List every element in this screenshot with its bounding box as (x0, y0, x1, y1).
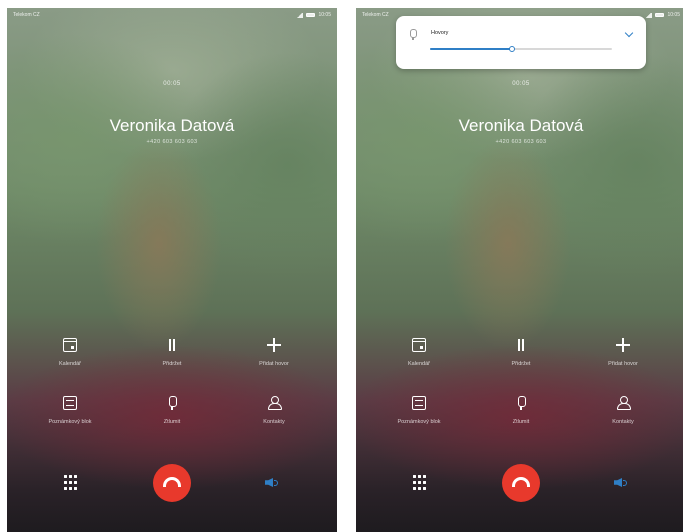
mute-label: Ztlumit (163, 419, 181, 425)
caller-name: Veronika Datová (109, 116, 235, 135)
notepad-button[interactable]: Poznámkový blok (25, 396, 115, 425)
volume-slider[interactable] (430, 46, 612, 52)
volume-slider-thumb[interactable] (508, 46, 515, 52)
calendar-icon (412, 338, 426, 352)
end-call-icon (163, 477, 181, 487)
caller-number: +420 603 603 603 (146, 139, 198, 145)
pause-icon (514, 338, 528, 352)
status-icons: 10:05 (296, 12, 331, 18)
speaker-button[interactable] (265, 476, 281, 490)
notepad-icon (412, 396, 426, 410)
volume-label: Hovory (431, 30, 449, 36)
hold-button[interactable]: Přidržet (476, 338, 566, 367)
add-call-label: Přidat hovor (259, 361, 289, 367)
hold-label: Přidržet (162, 361, 182, 367)
call-screen-left: Telekom CZ 10:05 00:05 Veronika Datová +… (7, 8, 337, 532)
volume-popup: Hovory (396, 16, 646, 69)
speaker-wave-icon (623, 480, 627, 486)
call-controls (7, 463, 337, 503)
call-duration: 00:05 (163, 81, 181, 87)
add-call-button[interactable]: Přidat hovor (229, 338, 319, 367)
signal-icon (296, 12, 304, 18)
notepad-label: Poznámkový blok (48, 419, 92, 425)
speaker-icon (265, 478, 273, 487)
contacts-label: Kontakty (612, 419, 634, 425)
hold-label: Přidržet (511, 361, 531, 367)
mute-button[interactable]: Ztlumit (127, 396, 217, 425)
calendar-label: Kalendář (58, 361, 82, 367)
contacts-icon (267, 396, 282, 410)
dialpad-button[interactable] (411, 475, 427, 491)
plus-icon (616, 338, 630, 352)
speaker-button[interactable] (614, 476, 630, 490)
status-bar: Telekom CZ 10:05 (7, 10, 337, 24)
calendar-label: Kalendář (407, 361, 431, 367)
carrier-name: Telekom CZ (13, 12, 40, 18)
end-call-button[interactable] (502, 464, 540, 502)
status-time: 10:05 (318, 12, 331, 18)
hold-button[interactable]: Přidržet (127, 338, 217, 367)
caller-number: +420 603 603 603 (495, 139, 547, 145)
dialpad-button[interactable] (62, 475, 78, 491)
calendar-button[interactable]: Kalendář (25, 338, 115, 367)
call-controls (356, 463, 683, 503)
call-screen-right: Telekom CZ 10:05 00:05 Veronika Datová +… (356, 8, 683, 532)
calendar-icon (63, 338, 77, 352)
carrier-name: Telekom CZ (362, 12, 389, 18)
end-call-button[interactable] (153, 464, 191, 502)
add-call-button[interactable]: Přidat hovor (578, 338, 668, 367)
speaker-icon (614, 478, 622, 487)
chevron-down-icon[interactable] (624, 28, 634, 38)
dialpad-icon (412, 475, 416, 478)
plus-icon (267, 338, 281, 352)
status-icons: 10:05 (645, 12, 680, 18)
mute-button[interactable]: Ztlumit (476, 396, 566, 425)
volume-slider-fill (430, 48, 512, 50)
notepad-button[interactable]: Poznámkový blok (374, 396, 464, 425)
notepad-icon (63, 396, 77, 410)
mic-icon (409, 29, 417, 40)
mic-icon (165, 396, 179, 410)
contacts-label: Kontakty (263, 419, 285, 425)
call-duration: 00:05 (512, 81, 530, 87)
notepad-label: Poznámkový blok (397, 419, 441, 425)
battery-icon (306, 13, 316, 17)
contacts-button[interactable]: Kontakty (578, 396, 668, 425)
contacts-button[interactable]: Kontakty (229, 396, 319, 425)
battery-icon (655, 13, 665, 17)
mute-label: Ztlumit (512, 419, 530, 425)
caller-name: Veronika Datová (458, 116, 584, 135)
end-call-icon (512, 477, 530, 487)
contacts-icon (616, 396, 631, 410)
mic-icon (514, 396, 528, 410)
pause-icon (165, 338, 179, 352)
calendar-button[interactable]: Kalendář (374, 338, 464, 367)
add-call-label: Přidat hovor (608, 361, 638, 367)
status-time: 10:05 (667, 12, 680, 18)
speaker-wave-icon (274, 480, 278, 486)
dialpad-icon (63, 475, 67, 478)
signal-icon (645, 12, 653, 18)
